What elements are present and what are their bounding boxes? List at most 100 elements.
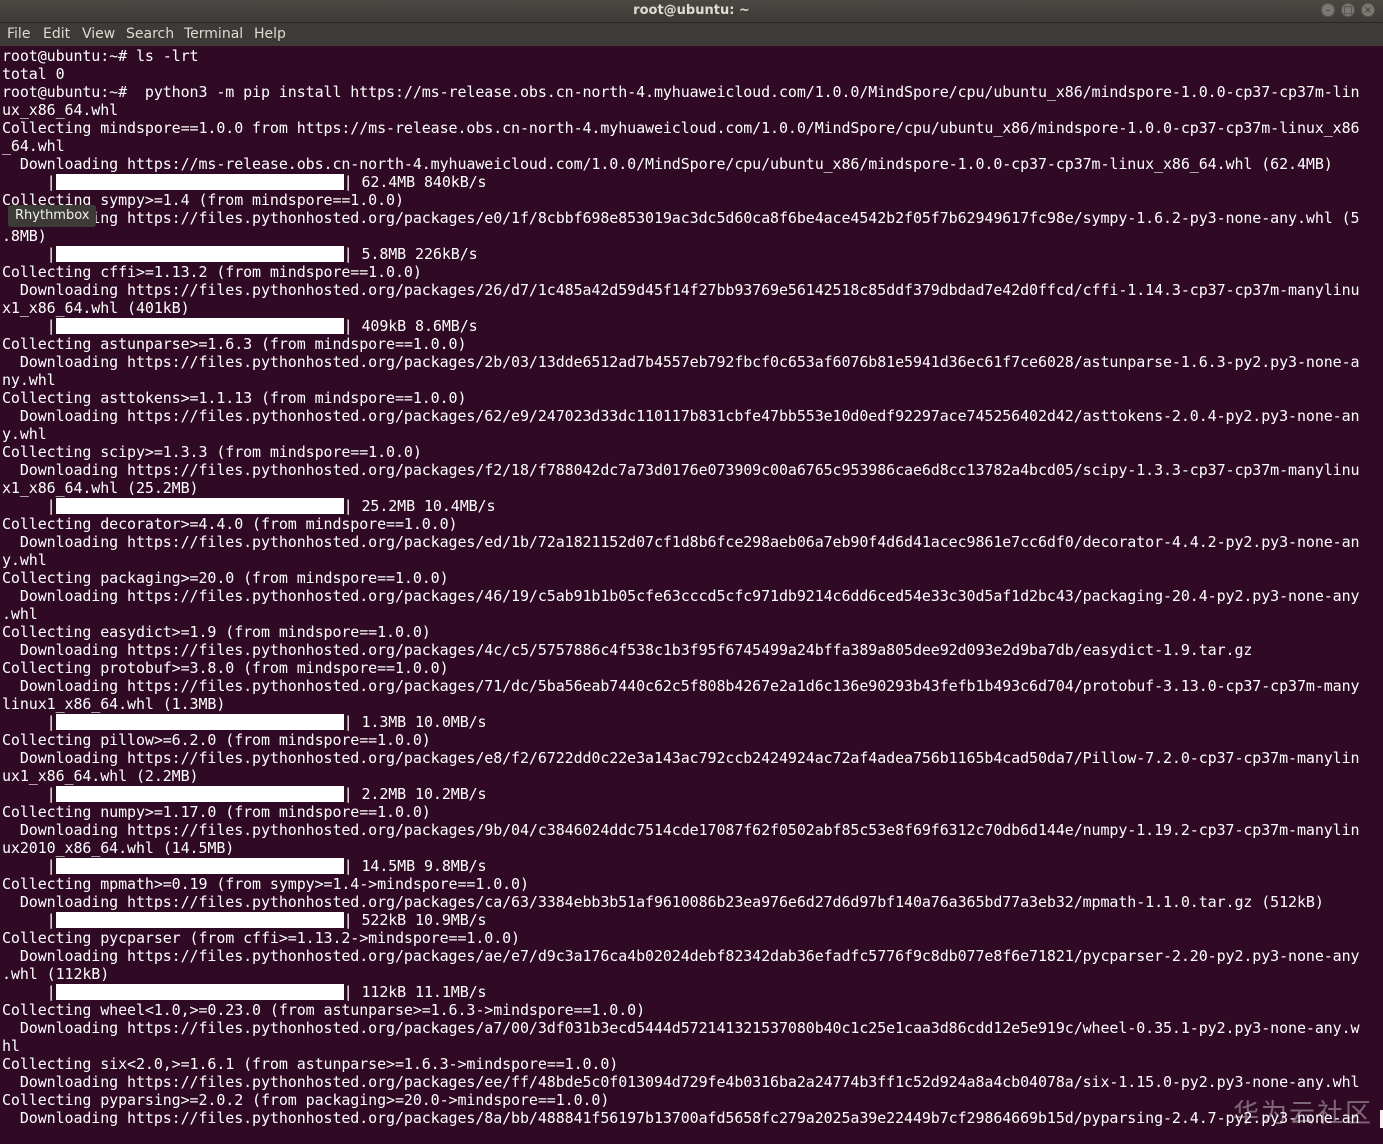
terminal-line: Collecting sympy>=1.4 (from mindspore==1…	[2, 191, 404, 209]
terminal-line: Downloading https://files.pythonhosted.o…	[2, 281, 1360, 299]
terminal-output[interactable]: root@ubuntu:~# ls -lrt total 0 root@ubuntu…	[2, 47, 1380, 1144]
progress-bar	[55, 498, 344, 514]
terminal-line: Downloading https://files.pythonhosted.o…	[2, 209, 1360, 227]
terminal-line: Collecting astunparse>=1.6.3 (from minds…	[2, 335, 467, 353]
terminal-line: Collecting decorator>=4.4.0 (from mindsp…	[2, 515, 458, 533]
progress-prefix: |	[2, 911, 56, 929]
progress-line: | | 1.3MB 10.0MB/s	[2, 713, 1380, 731]
progress-prefix: |	[2, 497, 56, 515]
menu-view[interactable]: View	[82, 26, 115, 42]
terminal-line: Collecting packaging>=20.0 (from mindspo…	[2, 569, 449, 587]
progress-bar	[55, 912, 344, 928]
progress-line: | | 409kB 8.6MB/s	[2, 317, 1380, 335]
progress-stats: | 2.2MB 10.2MB/s	[343, 785, 487, 803]
progress-bar	[55, 246, 344, 262]
terminal-line: Downloading https://files.pythonhosted.o…	[2, 749, 1360, 767]
terminal-line: root@ubuntu:~# ls -lrt	[2, 47, 199, 65]
close-icon[interactable]: ×	[1361, 3, 1375, 17]
terminal-line: hl	[2, 1037, 20, 1055]
terminal-line: Downloading https://files.pythonhosted.o…	[2, 1109, 1360, 1127]
terminal-line: total 0	[2, 65, 65, 83]
progress-bar	[55, 858, 344, 874]
progress-bar	[55, 318, 344, 334]
terminal-line: Downloading https://files.pythonhosted.o…	[2, 461, 1360, 479]
terminal-line: Downloading https://files.pythonhosted.o…	[2, 587, 1360, 605]
terminal-line: .whl (112kB)	[2, 965, 110, 983]
watermark: 华为云社区	[1232, 1099, 1373, 1129]
progress-prefix: |	[2, 317, 56, 335]
terminal-line: ux_x86_64.whl	[2, 101, 119, 119]
menu-file[interactable]: File	[7, 26, 30, 42]
progress-line: | | 2.2MB 10.2MB/s	[2, 785, 1380, 803]
terminal-line: Collecting pycparser (from cffi>=1.13.2-…	[2, 929, 520, 947]
progress-bar	[55, 786, 344, 802]
progress-bar	[55, 984, 344, 1000]
terminal-line: Collecting wheel<1.0,>=0.23.0 (from astu…	[2, 1001, 646, 1019]
terminal-line: x1_x86_64.whl (401kB)	[2, 299, 190, 317]
progress-stats: | 62.4MB 840kB/s	[343, 173, 487, 191]
terminal-line: Downloading https://files.pythonhosted.o…	[2, 947, 1360, 965]
terminal-line: Downloading https://files.pythonhosted.o…	[2, 893, 1324, 911]
progress-bar	[55, 174, 344, 190]
terminal-line: ny.whl	[2, 371, 56, 389]
progress-line: | | 62.4MB 840kB/s	[2, 173, 1380, 191]
window-titlebar: root@ubuntu: ~ – □ ×	[0, 0, 1383, 23]
terminal-line: ux2010_x86_64.whl (14.5MB)	[2, 839, 235, 857]
terminal-line: Collecting pyparsing>=2.0.2 (from packag…	[2, 1091, 610, 1109]
terminal-line: .8MB)	[2, 227, 47, 245]
terminal-line: x1_x86_64.whl (25.2MB)	[2, 479, 199, 497]
terminal-line: Collecting mpmath>=0.19 (from sympy>=1.4…	[2, 875, 529, 893]
terminal-line: Downloading https://files.pythonhosted.o…	[2, 821, 1360, 839]
terminal-line: Downloading https://files.pythonhosted.o…	[2, 533, 1360, 551]
terminal-line: y.whl	[2, 425, 47, 443]
minimize-icon[interactable]: –	[1321, 3, 1335, 17]
terminal-line: Downloading https://files.pythonhosted.o…	[2, 677, 1360, 695]
terminal-line: Downloading https://ms-release.obs.cn-no…	[2, 155, 1333, 173]
progress-line: | | 14.5MB 9.8MB/s	[2, 857, 1380, 875]
progress-stats: | 25.2MB 10.4MB/s	[343, 497, 496, 515]
progress-prefix: |	[2, 245, 56, 263]
progress-stats: | 409kB 8.6MB/s	[343, 317, 478, 335]
progress-line: | | 112kB 11.1MB/s	[2, 983, 1380, 1001]
progress-prefix: |	[2, 785, 56, 803]
progress-stats: | 1.3MB 10.0MB/s	[343, 713, 487, 731]
progress-line: | | 522kB 10.9MB/s	[2, 911, 1380, 929]
terminal-line: y.whl	[2, 551, 47, 569]
progress-bar	[55, 714, 344, 730]
terminal-line: linux1_x86_64.whl (1.3MB)	[2, 695, 226, 713]
terminal-line: Collecting easydict>=1.9 (from mindspore…	[2, 623, 431, 641]
progress-line: | | 5.8MB 226kB/s	[2, 245, 1380, 263]
progress-stats: | 522kB 10.9MB/s	[343, 911, 487, 929]
menu-search[interactable]: Search	[126, 26, 174, 42]
terminal-line: Downloading https://files.pythonhosted.o…	[2, 1073, 1360, 1091]
rhythmbox-tooltip: Rhythmbox	[8, 205, 97, 227]
progress-stats: | 14.5MB 9.8MB/s	[343, 857, 487, 875]
terminal-line: Collecting protobuf>=3.8.0 (from mindspo…	[2, 659, 449, 677]
progress-prefix: |	[2, 983, 56, 1001]
window-title: root@ubuntu: ~	[633, 3, 750, 18]
menu-edit[interactable]: Edit	[43, 26, 70, 42]
menu-terminal[interactable]: Terminal	[184, 26, 243, 42]
terminal-line: .whl	[2, 605, 38, 623]
maximize-icon[interactable]: □	[1341, 3, 1355, 17]
progress-prefix: |	[2, 713, 56, 731]
menu-help[interactable]: Help	[254, 26, 286, 42]
terminal-line: Downloading https://files.pythonhosted.o…	[2, 353, 1360, 371]
menu-bar: File Edit View Search Terminal Help	[0, 23, 1383, 46]
terminal-line: Collecting six<2.0,>=1.6.1 (from astunpa…	[2, 1055, 619, 1073]
terminal-line: Downloading https://files.pythonhosted.o…	[2, 1019, 1360, 1037]
terminal-line: Collecting pillow>=6.2.0 (from mindspore…	[2, 731, 431, 749]
terminal-line: Collecting asttokens>=1.1.13 (from minds…	[2, 389, 467, 407]
progress-stats: | 5.8MB 226kB/s	[343, 245, 478, 263]
terminal-line: Collecting scipy>=1.3.3 (from mindspore=…	[2, 443, 422, 461]
terminal-line: Collecting numpy>=1.17.0 (from mindspore…	[2, 803, 431, 821]
progress-prefix: |	[2, 857, 56, 875]
terminal-line: ux1_x86_64.whl (2.2MB)	[2, 767, 199, 785]
progress-prefix: |	[2, 173, 56, 191]
terminal-line: Collecting mindspore==1.0.0 from https:/…	[2, 119, 1360, 137]
terminal-line: _64.whl	[2, 137, 65, 155]
terminal-line: Downloading https://files.pythonhosted.o…	[2, 407, 1360, 425]
progress-stats: | 112kB 11.1MB/s	[343, 983, 487, 1001]
terminal-line: root@ubuntu:~# python3 -m pip install ht…	[2, 83, 1360, 101]
terminal-line: Collecting cffi>=1.13.2 (from mindspore=…	[2, 263, 422, 281]
